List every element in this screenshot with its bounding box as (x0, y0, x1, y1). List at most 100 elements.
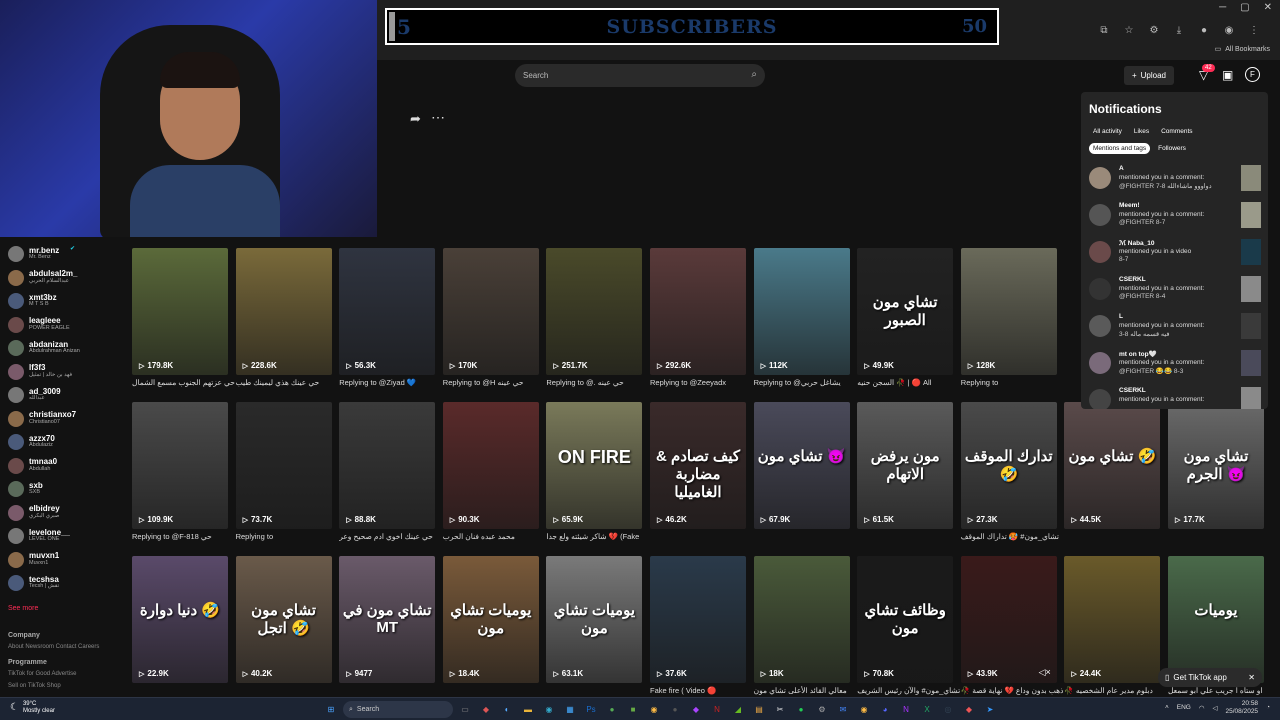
notification-thumbnail[interactable] (1241, 202, 1261, 228)
install-app-icon[interactable]: ⧉ (1098, 24, 1110, 36)
app-icon[interactable]: ● (605, 702, 619, 716)
video-card[interactable]: ▷ 170K (442, 248, 539, 375)
video-card[interactable]: تشاي مون اتجل 🤣 ▷ 40.2K (235, 556, 332, 683)
video-card[interactable]: تشاي مون في MT ▷ 9477 (339, 556, 436, 683)
minecraft-icon[interactable]: ■ (626, 702, 640, 716)
chrome-icon[interactable]: ◉ (647, 702, 661, 716)
see-more-link[interactable]: See more (8, 605, 38, 612)
sidebar-account[interactable]: xmt3bz M T S B (8, 290, 57, 312)
profile-avatar-icon[interactable]: F (1245, 67, 1260, 82)
all-bookmarks[interactable]: ▭ All Bookmarks (1215, 45, 1270, 54)
notification-item[interactable]: Lmentioned you in a comment: فيه قسمه مال… (1089, 313, 1261, 341)
video-card[interactable]: يوميات تشاي مون ▷ 63.1K (546, 556, 643, 683)
maximize-button[interactable]: ▢ (1240, 2, 1249, 13)
notification-thumbnail[interactable] (1241, 276, 1261, 302)
sidebar-account[interactable]: ad_3009 عبدالله (8, 384, 61, 406)
mail-icon[interactable]: ✉ (836, 702, 850, 716)
chevron-up-icon[interactable]: ˄ (1165, 704, 1169, 711)
notification-item[interactable]: ℳ Naba_10 mentioned you in a video 8-7 (1089, 239, 1261, 267)
photoshop-icon[interactable]: Ps (584, 702, 598, 716)
video-card[interactable]: ▷ 112K (753, 248, 850, 375)
taskbar-search[interactable]: ⌕ Search (343, 701, 453, 718)
settings-icon[interactable]: ⚙ (815, 702, 829, 716)
spotify-icon[interactable]: ● (794, 702, 808, 716)
share-icon[interactable]: ➦ (410, 111, 421, 127)
wifi-icon[interactable]: ◠ (1199, 704, 1205, 712)
search-icon[interactable]: ⌕ (751, 69, 757, 80)
sidebar-account[interactable]: mr.benz Mr. Benz ✔ (8, 243, 75, 265)
sidebar-account[interactable]: leagleee POWER EAGLE (8, 314, 70, 336)
nvidia-icon[interactable]: ◢ (731, 702, 745, 716)
video-card[interactable]: تشاي مون الجرم 😈 ▷ 17.7K (1168, 402, 1264, 529)
close-icon[interactable]: ✕ (1248, 673, 1255, 682)
bookmark-star-icon[interactable]: ☆ (1123, 24, 1135, 36)
notification-item[interactable]: CSERKL mentioned you in a comment: @FIGHTE… (1089, 276, 1261, 304)
notification-item[interactable]: mt on top🤍 mentioned you in a comment: @FI… (1089, 350, 1261, 378)
video-card[interactable]: ▷ 292.6K (650, 248, 746, 375)
notes-icon[interactable]: ▤ (752, 702, 766, 716)
upload-button[interactable]: + Upload (1124, 66, 1174, 85)
obs-icon[interactable]: ● (668, 702, 682, 716)
extensions-icon[interactable]: ⚙ (1148, 24, 1160, 36)
video-card[interactable]: ▷ 251.7K (546, 248, 643, 375)
get-tiktok-app-button[interactable]: ▯ Get TikTok app ✕ (1158, 668, 1262, 687)
tab-mentions-and-tags[interactable]: Mentions and tags (1089, 143, 1151, 154)
tab-likes[interactable]: Likes (1130, 126, 1153, 137)
video-card[interactable]: يوميات (1168, 556, 1264, 683)
volume-icon[interactable]: ◁ (1213, 704, 1218, 712)
notification-thumbnail[interactable] (1241, 350, 1261, 376)
video-card[interactable]: ▷ 228.6K (235, 248, 332, 375)
sidebar-account[interactable]: abdanizan Abdulrahman Anizan (8, 337, 80, 359)
windows-start-icon[interactable]: ⊞ (324, 702, 338, 716)
tab-comments[interactable]: Comments (1157, 126, 1196, 137)
video-card[interactable]: ▷ 37.6K (650, 556, 746, 683)
video-card[interactable]: ▷ 179.8K (132, 248, 228, 375)
search-input[interactable]: Search ⌕ (515, 64, 765, 87)
clock[interactable]: 20:58 25/08/2025 (1226, 700, 1259, 716)
sidebar-account[interactable]: muvxn1 Muvxn1 (8, 549, 59, 571)
video-card[interactable]: ▷ 73.7K (235, 402, 332, 529)
video-card[interactable]: وظائف تشاي مون ▷ 70.8K (857, 556, 954, 683)
file-explorer-icon[interactable]: ▬ (521, 702, 535, 716)
video-card[interactable]: تشاي مون الصبور ▷ 49.9K (857, 248, 954, 375)
steam-icon[interactable]: ◎ (941, 702, 955, 716)
video-card[interactable]: تشاي مون 🤣 ▷ 44.5K (1064, 402, 1161, 529)
video-card[interactable]: ▷ 18K (753, 556, 850, 683)
video-card[interactable]: دنيا دوارة 🤣 ▷ 22.9K (132, 556, 228, 683)
sidebar-account[interactable]: lf3f3 فهد بن خالد | تمثيل (8, 361, 72, 383)
sidebar-account[interactable]: tecshsa Tecsh | تقش (8, 572, 59, 594)
sidebar-account[interactable]: abdulsal2m_ عبدالسلام الحربي (8, 267, 77, 289)
notification-thumbnail[interactable] (1241, 387, 1261, 409)
app-icon[interactable]: ◆ (962, 702, 976, 716)
sidebar-account[interactable]: sxb SXB (8, 478, 43, 500)
sidebar-account[interactable]: tmnaa0 Abdullah (8, 455, 57, 477)
video-card[interactable]: تدارك الموقف 🤣 ▷ 27.3K (960, 402, 1057, 529)
video-card[interactable]: ▷ 56.3K (339, 248, 436, 375)
video-card[interactable]: ▷ 90.3K (442, 402, 539, 529)
sidebar-account[interactable]: azzx70 Abdulaziz (8, 431, 55, 453)
store-icon[interactable]: ▦ (563, 702, 577, 716)
onenote-icon[interactable]: N (899, 702, 913, 716)
footer-programme-links[interactable]: TikTok for Good Advertise (8, 671, 76, 677)
video-card[interactable]: ▷ 128K (960, 248, 1057, 375)
video-card[interactable]: ▷ 24.4K (1064, 556, 1161, 683)
sidebar-account[interactable]: christianxo7 Christiano07 (8, 408, 76, 430)
more-options-icon[interactable]: ⋯ (431, 109, 445, 126)
video-card[interactable]: كيف تصادم & مضاربة الغاميليا ▷ 46.2K (650, 402, 746, 529)
downloads-icon[interactable]: ⤓ (1173, 24, 1185, 36)
notification-thumbnail[interactable] (1241, 239, 1261, 265)
notification-thumbnail[interactable] (1241, 165, 1261, 191)
footer-programme-links-2[interactable]: Sell on TikTok Shop (8, 683, 61, 689)
telegram-icon[interactable]: ➤ (983, 702, 997, 716)
notification-bell-icon[interactable]: ◔ (1266, 704, 1270, 711)
tab-followers[interactable]: Followers (1154, 143, 1190, 154)
app-icon[interactable]: ◆ (689, 702, 703, 716)
mute-icon[interactable]: ◁× (1039, 667, 1051, 678)
minimize-button[interactable]: ─ (1219, 2, 1226, 13)
menu-kebab-icon[interactable]: ⋮ (1248, 24, 1260, 36)
netflix-icon[interactable]: N (710, 702, 724, 716)
close-window-button[interactable]: ✕ (1264, 2, 1272, 13)
video-card[interactable]: تشاي مون 😈 ▷ 67.9K (753, 402, 850, 529)
messages-icon[interactable]: ▣ (1222, 68, 1233, 82)
video-card[interactable]: ▷ 109.9K (132, 402, 228, 529)
